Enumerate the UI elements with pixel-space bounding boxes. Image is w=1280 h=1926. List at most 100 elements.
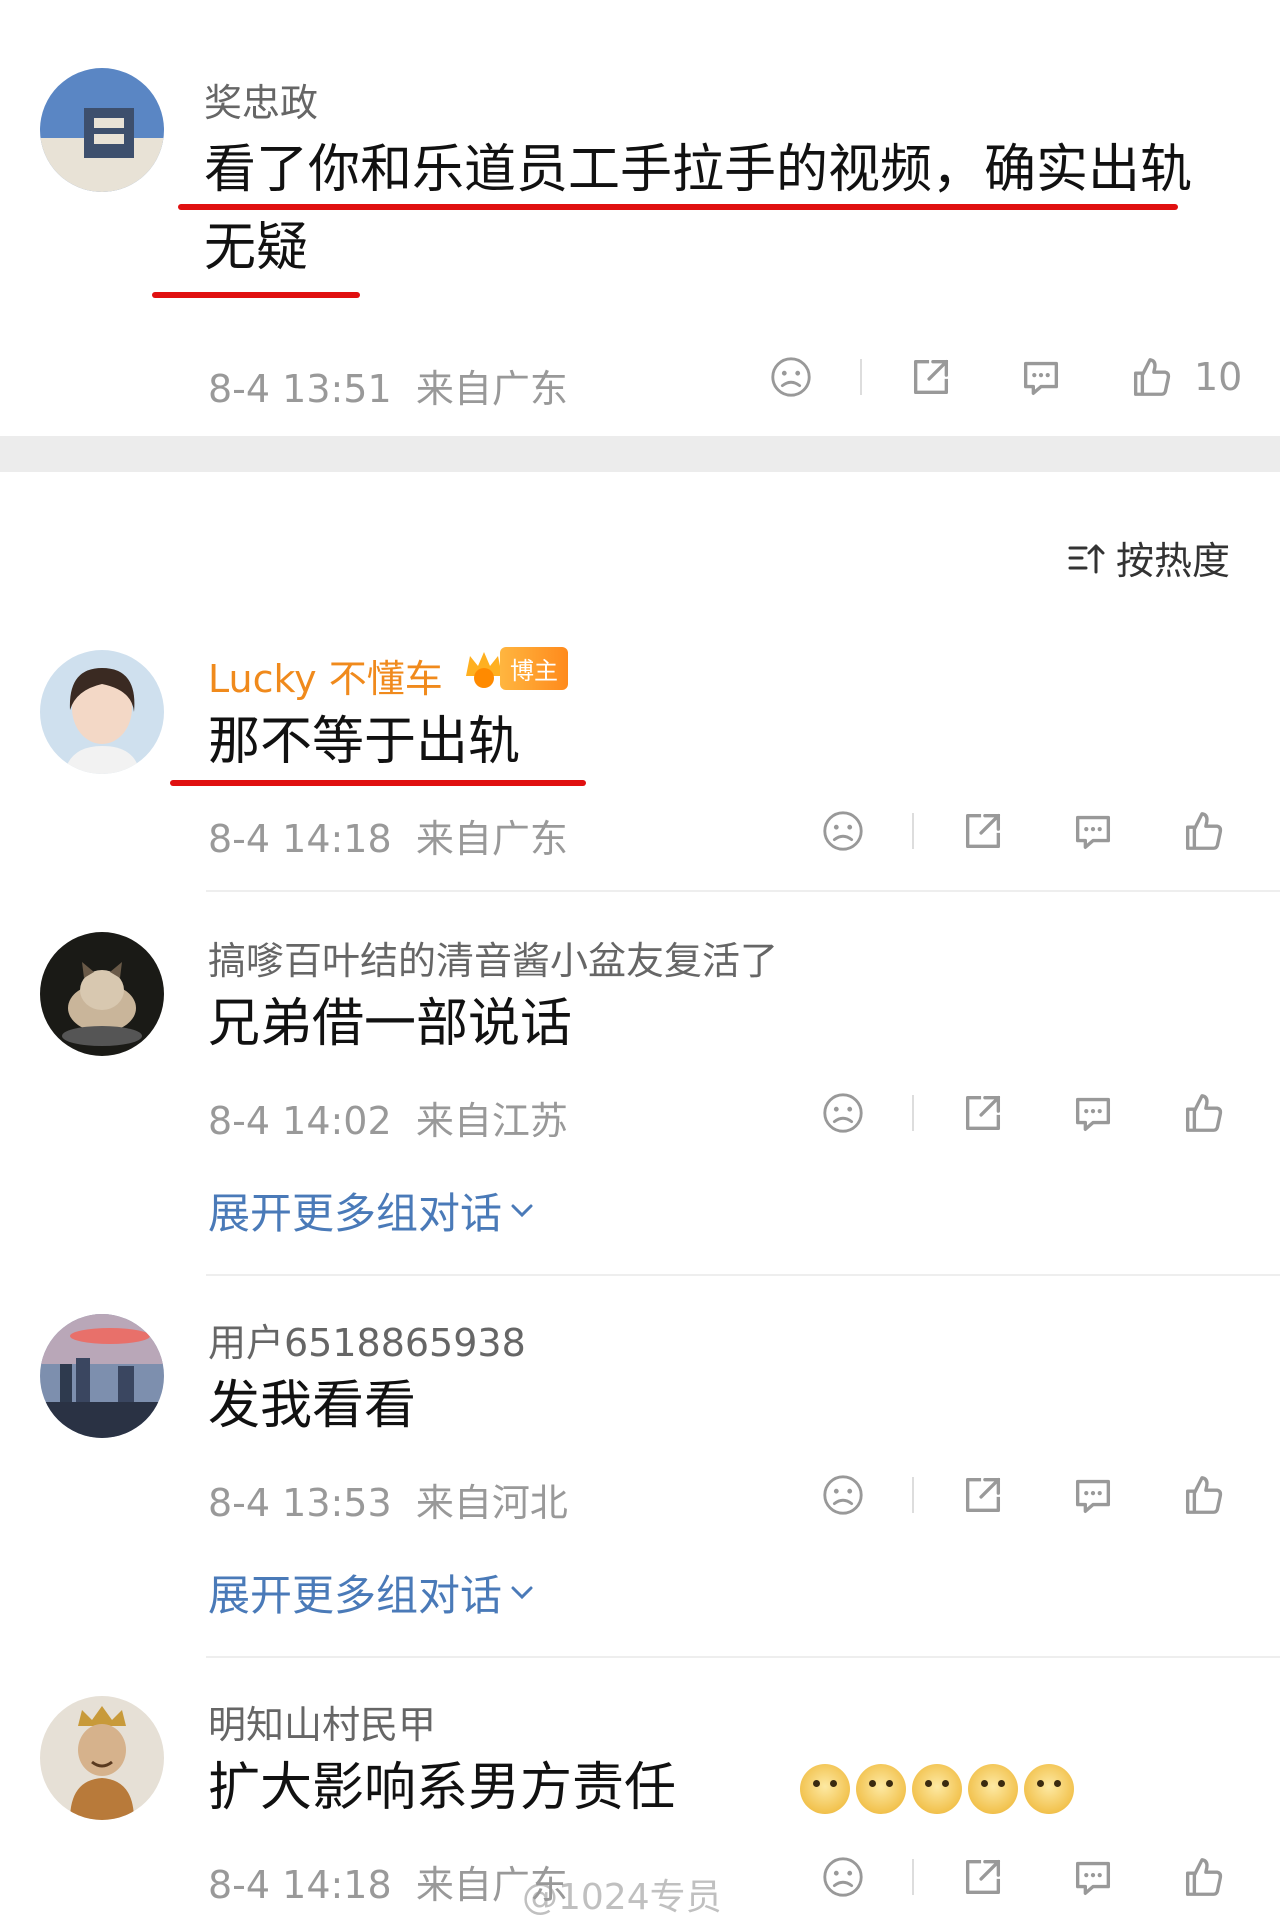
dislike-button[interactable] bbox=[812, 800, 874, 862]
emoji-row bbox=[800, 1764, 1074, 1814]
comment-icon bbox=[1075, 815, 1111, 849]
reply-button[interactable] bbox=[1062, 1082, 1124, 1144]
share-icon bbox=[965, 813, 1001, 849]
reply-button[interactable] bbox=[1062, 1846, 1124, 1908]
sad-face-icon bbox=[823, 1093, 863, 1133]
reply-button[interactable] bbox=[1062, 1464, 1124, 1526]
sad-face-icon bbox=[771, 357, 811, 397]
sort-toggle[interactable]: 按热度 bbox=[1066, 530, 1230, 585]
post-actions: 10 bbox=[760, 346, 1242, 408]
comment-time: 8-4 13:53 bbox=[208, 1481, 392, 1525]
post-location: 来自广东 bbox=[415, 367, 568, 411]
like-button[interactable] bbox=[1172, 1082, 1234, 1144]
comment-icon bbox=[1023, 361, 1059, 395]
comment-author[interactable]: 用户6518865938 bbox=[208, 1312, 526, 1367]
share-button[interactable] bbox=[952, 800, 1014, 862]
share-icon bbox=[965, 1477, 1001, 1513]
comment-meta: 8-4 14:18 来自广东 bbox=[208, 808, 568, 863]
divider bbox=[912, 1095, 914, 1131]
share-button[interactable] bbox=[900, 346, 962, 408]
highlight-underline bbox=[152, 292, 360, 298]
reply-button[interactable] bbox=[1062, 800, 1124, 862]
divider bbox=[912, 1477, 914, 1513]
expand-label: 展开更多组对话 bbox=[208, 1571, 503, 1620]
chevron-down-icon bbox=[511, 1586, 533, 1599]
doge-emoji-icon bbox=[1024, 1764, 1074, 1814]
like-button[interactable] bbox=[1120, 346, 1182, 408]
like-count: 10 bbox=[1194, 355, 1243, 399]
post-author[interactable]: 奖忠政 bbox=[204, 72, 318, 127]
sad-face-icon bbox=[823, 1857, 863, 1897]
like-icon bbox=[1185, 1476, 1223, 1514]
avatar[interactable] bbox=[40, 1314, 164, 1438]
comment-author[interactable]: 明知山村民甲 bbox=[208, 1694, 436, 1749]
expand-conversation-link[interactable]: 展开更多组对话 bbox=[208, 1562, 536, 1623]
avatar[interactable] bbox=[40, 932, 164, 1056]
comment-actions bbox=[812, 800, 1234, 862]
comment-divider bbox=[206, 1656, 1280, 1658]
avatar[interactable] bbox=[40, 68, 164, 192]
expand-label: 展开更多组对话 bbox=[208, 1189, 503, 1238]
comment-location: 来自广东 bbox=[415, 817, 568, 861]
highlight-underline bbox=[170, 780, 586, 786]
share-icon bbox=[965, 1859, 1001, 1895]
comment-button[interactable] bbox=[1010, 346, 1072, 408]
expand-conversation-link[interactable]: 展开更多组对话 bbox=[208, 1180, 536, 1241]
section-gap bbox=[0, 436, 1280, 472]
comment-location: 来自江苏 bbox=[415, 1099, 568, 1143]
top-strip bbox=[0, 0, 1280, 37]
like-icon bbox=[1185, 1094, 1223, 1132]
like-icon bbox=[1185, 1858, 1223, 1896]
divider bbox=[912, 1859, 914, 1895]
post-text-line2: 无疑 bbox=[204, 218, 309, 278]
comment-time: 8-4 14:02 bbox=[208, 1099, 392, 1143]
highlight-underline bbox=[178, 204, 1178, 210]
like-button[interactable] bbox=[1172, 1464, 1234, 1526]
share-icon bbox=[913, 359, 949, 395]
like-button[interactable] bbox=[1172, 800, 1234, 862]
comment-meta: 8-4 13:53 来自河北 bbox=[208, 1472, 568, 1527]
divider bbox=[860, 359, 862, 395]
sad-face-icon bbox=[823, 811, 863, 851]
comment-actions bbox=[812, 1464, 1234, 1526]
doge-emoji-icon bbox=[856, 1764, 906, 1814]
post-text-line1: 看了你和乐道员工手拉手的视频，确实出轨 bbox=[204, 140, 1193, 200]
doge-emoji-icon bbox=[912, 1764, 962, 1814]
comment-meta: 8-4 14:18 来自广东 bbox=[208, 1854, 568, 1909]
comment-author[interactable]: 搞嗲百叶结的清音酱小盆友复活了 bbox=[208, 930, 778, 985]
doge-emoji-icon bbox=[968, 1764, 1018, 1814]
dislike-button[interactable] bbox=[812, 1082, 874, 1144]
comment-text: 兄弟借一部说话 bbox=[208, 994, 573, 1054]
chevron-down-icon bbox=[511, 1204, 533, 1217]
divider bbox=[912, 813, 914, 849]
like-icon bbox=[1185, 812, 1223, 850]
dislike-button[interactable] bbox=[812, 1464, 874, 1526]
dislike-button[interactable] bbox=[760, 346, 822, 408]
comment-actions bbox=[812, 1082, 1234, 1144]
comment-author[interactable]: Lucky 不懂车 bbox=[208, 648, 443, 703]
comment-text: 扩大影响系男方责任 bbox=[208, 1758, 677, 1818]
post-meta: 8-4 13:51 来自广东 bbox=[208, 358, 568, 413]
dislike-button[interactable] bbox=[812, 1846, 874, 1908]
like-button[interactable] bbox=[1172, 1846, 1234, 1908]
comment-divider bbox=[206, 890, 1280, 892]
comment-icon bbox=[1075, 1479, 1111, 1513]
post-time: 8-4 13:51 bbox=[208, 367, 392, 411]
share-button[interactable] bbox=[952, 1846, 1014, 1908]
comment-actions bbox=[812, 1846, 1234, 1908]
avatar[interactable] bbox=[40, 1696, 164, 1820]
share-button[interactable] bbox=[952, 1082, 1014, 1144]
sad-face-icon bbox=[823, 1475, 863, 1515]
comment-time: 8-4 14:18 bbox=[208, 1863, 392, 1907]
comment-icon bbox=[1075, 1861, 1111, 1895]
share-button[interactable] bbox=[952, 1464, 1014, 1526]
blogger-badge-label: 博主 bbox=[500, 646, 568, 690]
blogger-badge: 博主 bbox=[462, 646, 568, 690]
avatar[interactable] bbox=[40, 650, 164, 774]
comment-icon bbox=[1075, 1097, 1111, 1131]
watermark: @1024专员 bbox=[522, 1877, 722, 1918]
comment-text: 发我看看 bbox=[208, 1376, 417, 1436]
comment-location: 来自河北 bbox=[415, 1481, 568, 1525]
share-icon bbox=[965, 1095, 1001, 1131]
comment-text: 那不等于出轨 bbox=[208, 712, 521, 772]
